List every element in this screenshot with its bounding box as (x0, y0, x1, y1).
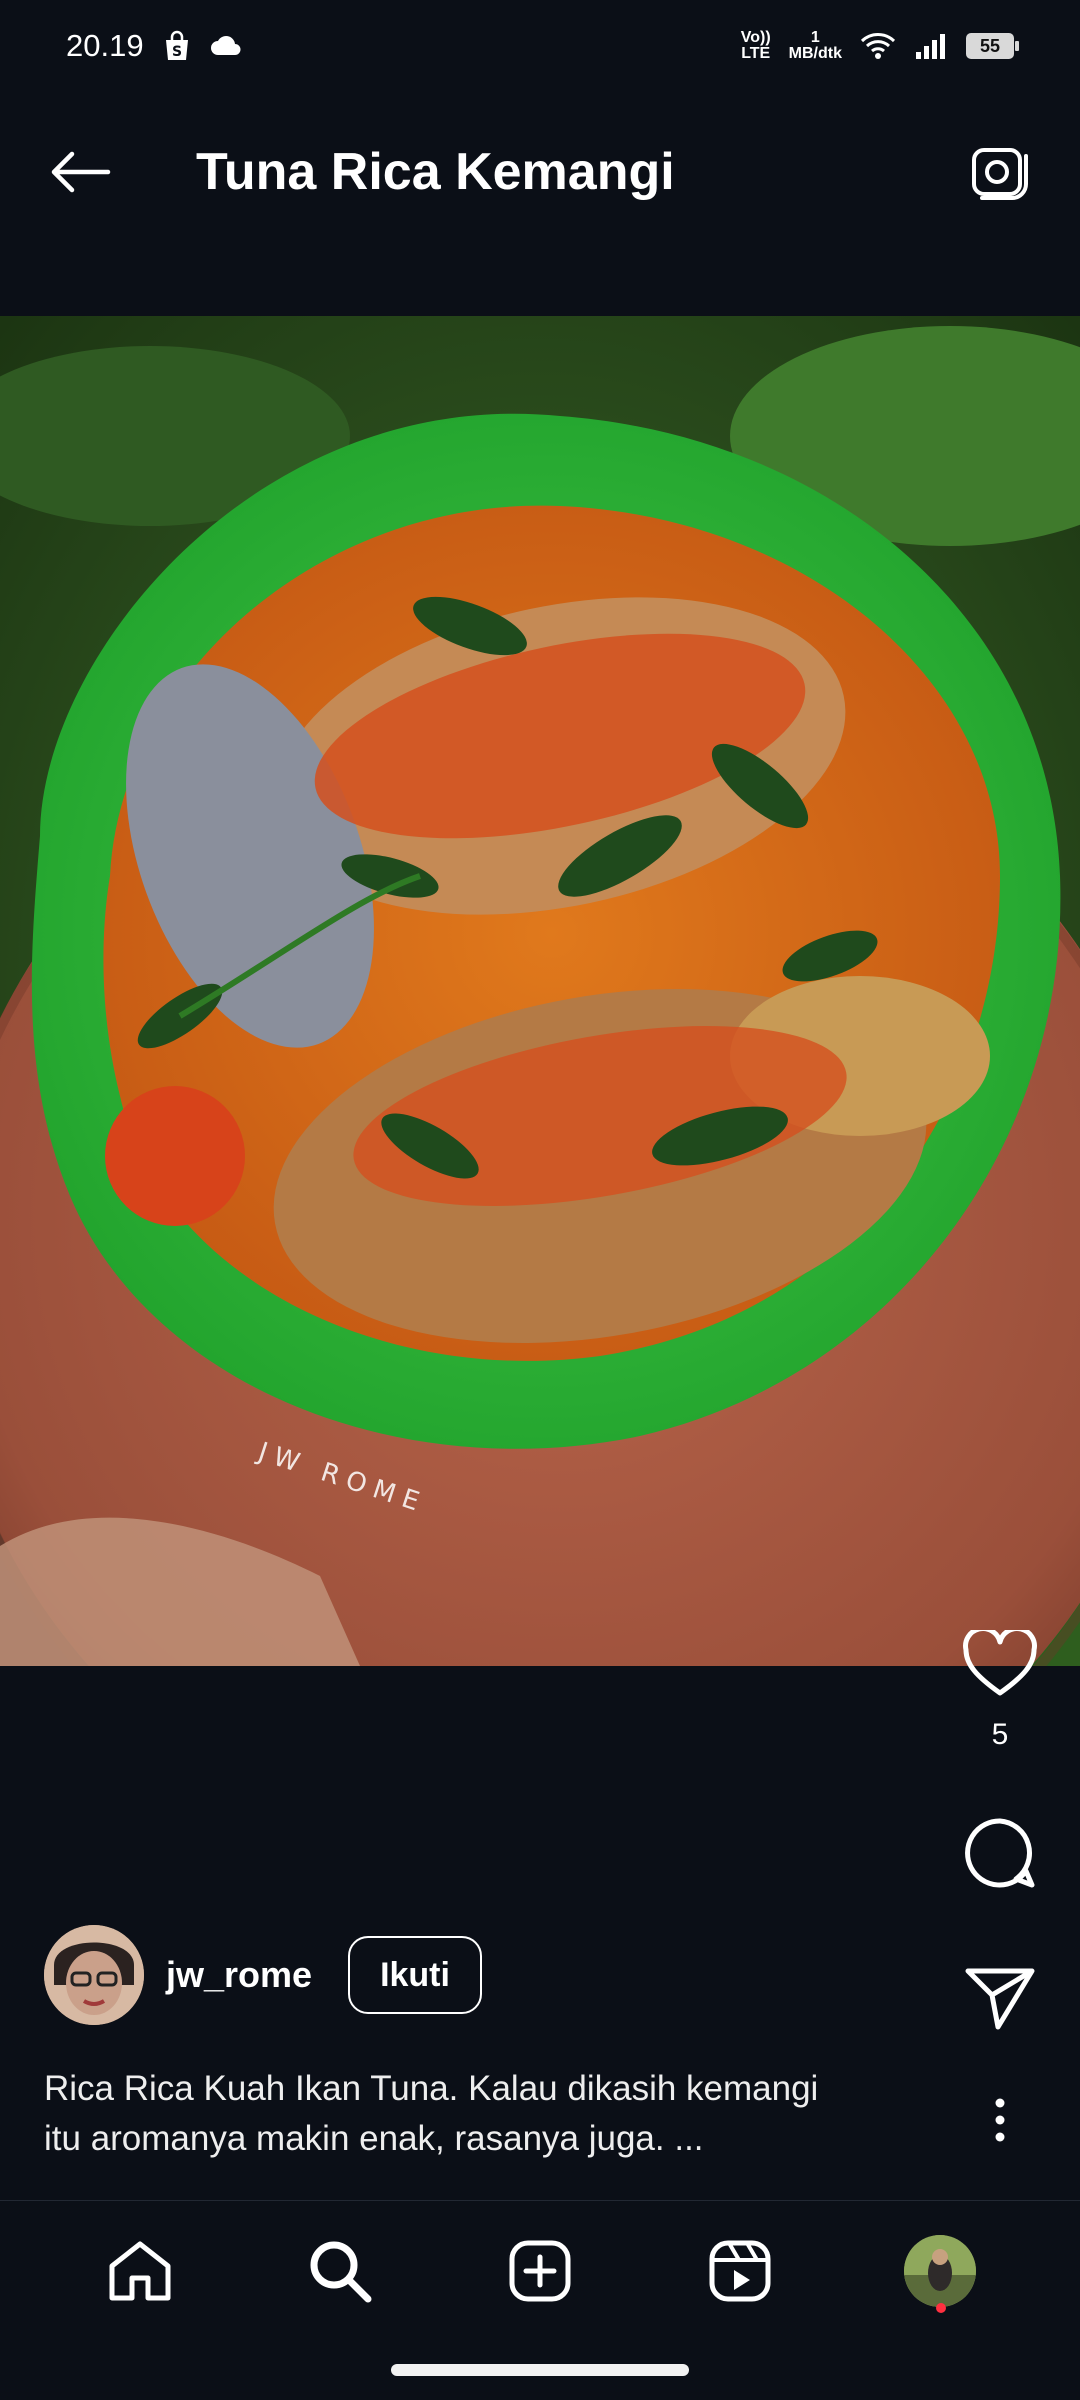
shopping-bag-icon: S (162, 30, 192, 62)
camera-button[interactable] (960, 132, 1040, 212)
comment-icon (965, 1818, 1035, 1888)
add-post-icon (509, 2240, 571, 2301)
author-username[interactable]: jw_rome (166, 1954, 312, 1996)
like-count[interactable]: 5 (992, 1718, 1009, 1752)
status-time: 20.19 (66, 28, 144, 63)
home-gesture-bar[interactable] (391, 2364, 689, 2376)
volte-icon: Vo)) LTE (740, 29, 771, 62)
share-button[interactable] (920, 1965, 1080, 2031)
post-photo[interactable]: JW ROME (0, 316, 1080, 1666)
status-bar: 20.19 S Vo)) LTE 1 MB/dtk 55 (0, 0, 1080, 92)
nav-search[interactable] (290, 2221, 390, 2321)
search-icon (310, 2241, 372, 2302)
more-vertical-icon (995, 2098, 1005, 2142)
nav-home[interactable] (90, 2221, 190, 2321)
heart-icon[interactable] (962, 1630, 1038, 1698)
post-caption[interactable]: Rica Rica Kuah Ikan Tuna. Kalau dikasih … (44, 2064, 924, 2164)
nav-create[interactable] (490, 2221, 590, 2321)
notification-dot (936, 2302, 946, 2313)
data-speed: 1 MB/dtk (788, 29, 842, 62)
header: Tuna Rica Kemangi (0, 92, 1080, 252)
svg-text:S: S (172, 44, 182, 60)
nav-reels[interactable] (690, 2221, 790, 2321)
page-title: Tuna Rica Kemangi (196, 143, 675, 201)
battery-icon: 55 (966, 33, 1019, 59)
bottom-nav (0, 2200, 1080, 2340)
caption-line-2: itu aromanya makin enak, rasanya juga. .… (44, 2119, 704, 2158)
author-row: jw_rome Ikuti (44, 1920, 482, 2030)
avatar[interactable] (44, 1925, 144, 2025)
more-options-button[interactable] (970, 2090, 1030, 2150)
comment-button[interactable] (920, 1815, 1080, 1891)
signal-icon (914, 32, 948, 60)
camera-icon (972, 148, 1028, 200)
home-icon (109, 2241, 171, 2300)
arrow-left-icon (51, 151, 111, 193)
cloud-icon (210, 35, 242, 57)
follow-button[interactable]: Ikuti (348, 1936, 482, 2014)
send-icon (965, 1968, 1035, 2030)
reels-icon (709, 2240, 771, 2301)
wifi-icon (860, 32, 896, 60)
back-button[interactable] (40, 132, 120, 212)
profile-avatar (904, 2234, 976, 2307)
nav-profile[interactable] (890, 2221, 990, 2321)
like-group: 5 (920, 1630, 1080, 1752)
caption-line-1: Rica Rica Kuah Ikan Tuna. Kalau dikasih … (44, 2069, 819, 2108)
